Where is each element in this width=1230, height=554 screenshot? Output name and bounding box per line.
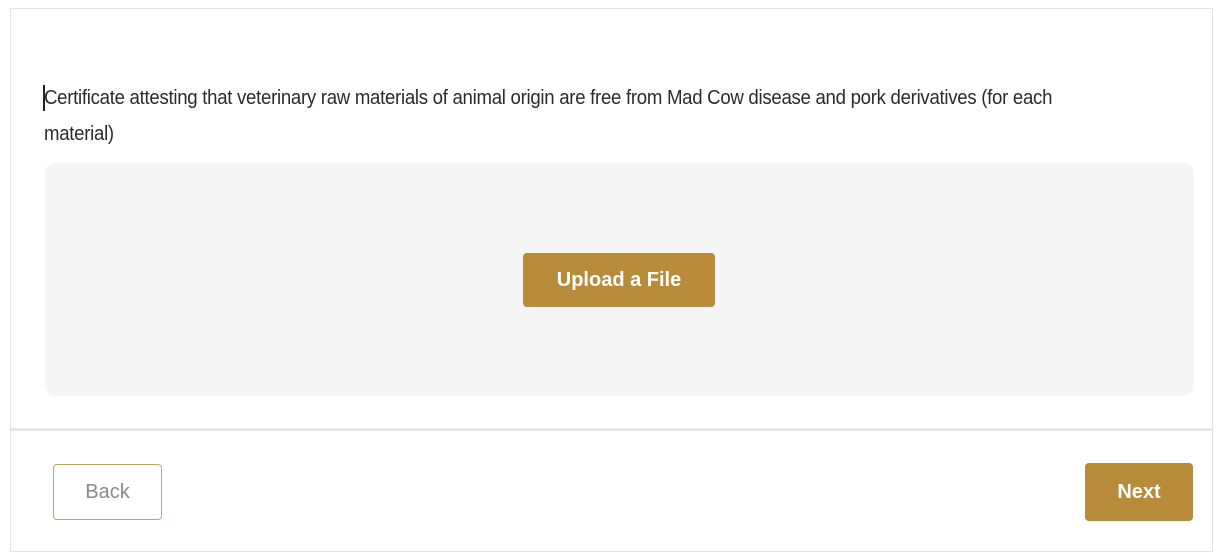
file-drop-zone[interactable]: Upload a File	[45, 163, 1194, 396]
form-navigation-footer: Back Next	[10, 428, 1213, 552]
back-button[interactable]: Back	[53, 464, 162, 520]
document-upload-card: Certificate attesting that veterinary ra…	[10, 8, 1213, 428]
next-button[interactable]: Next	[1085, 463, 1193, 521]
upload-file-button[interactable]: Upload a File	[523, 253, 715, 307]
document-requirement-label: Certificate attesting that veterinary ra…	[44, 87, 1053, 145]
